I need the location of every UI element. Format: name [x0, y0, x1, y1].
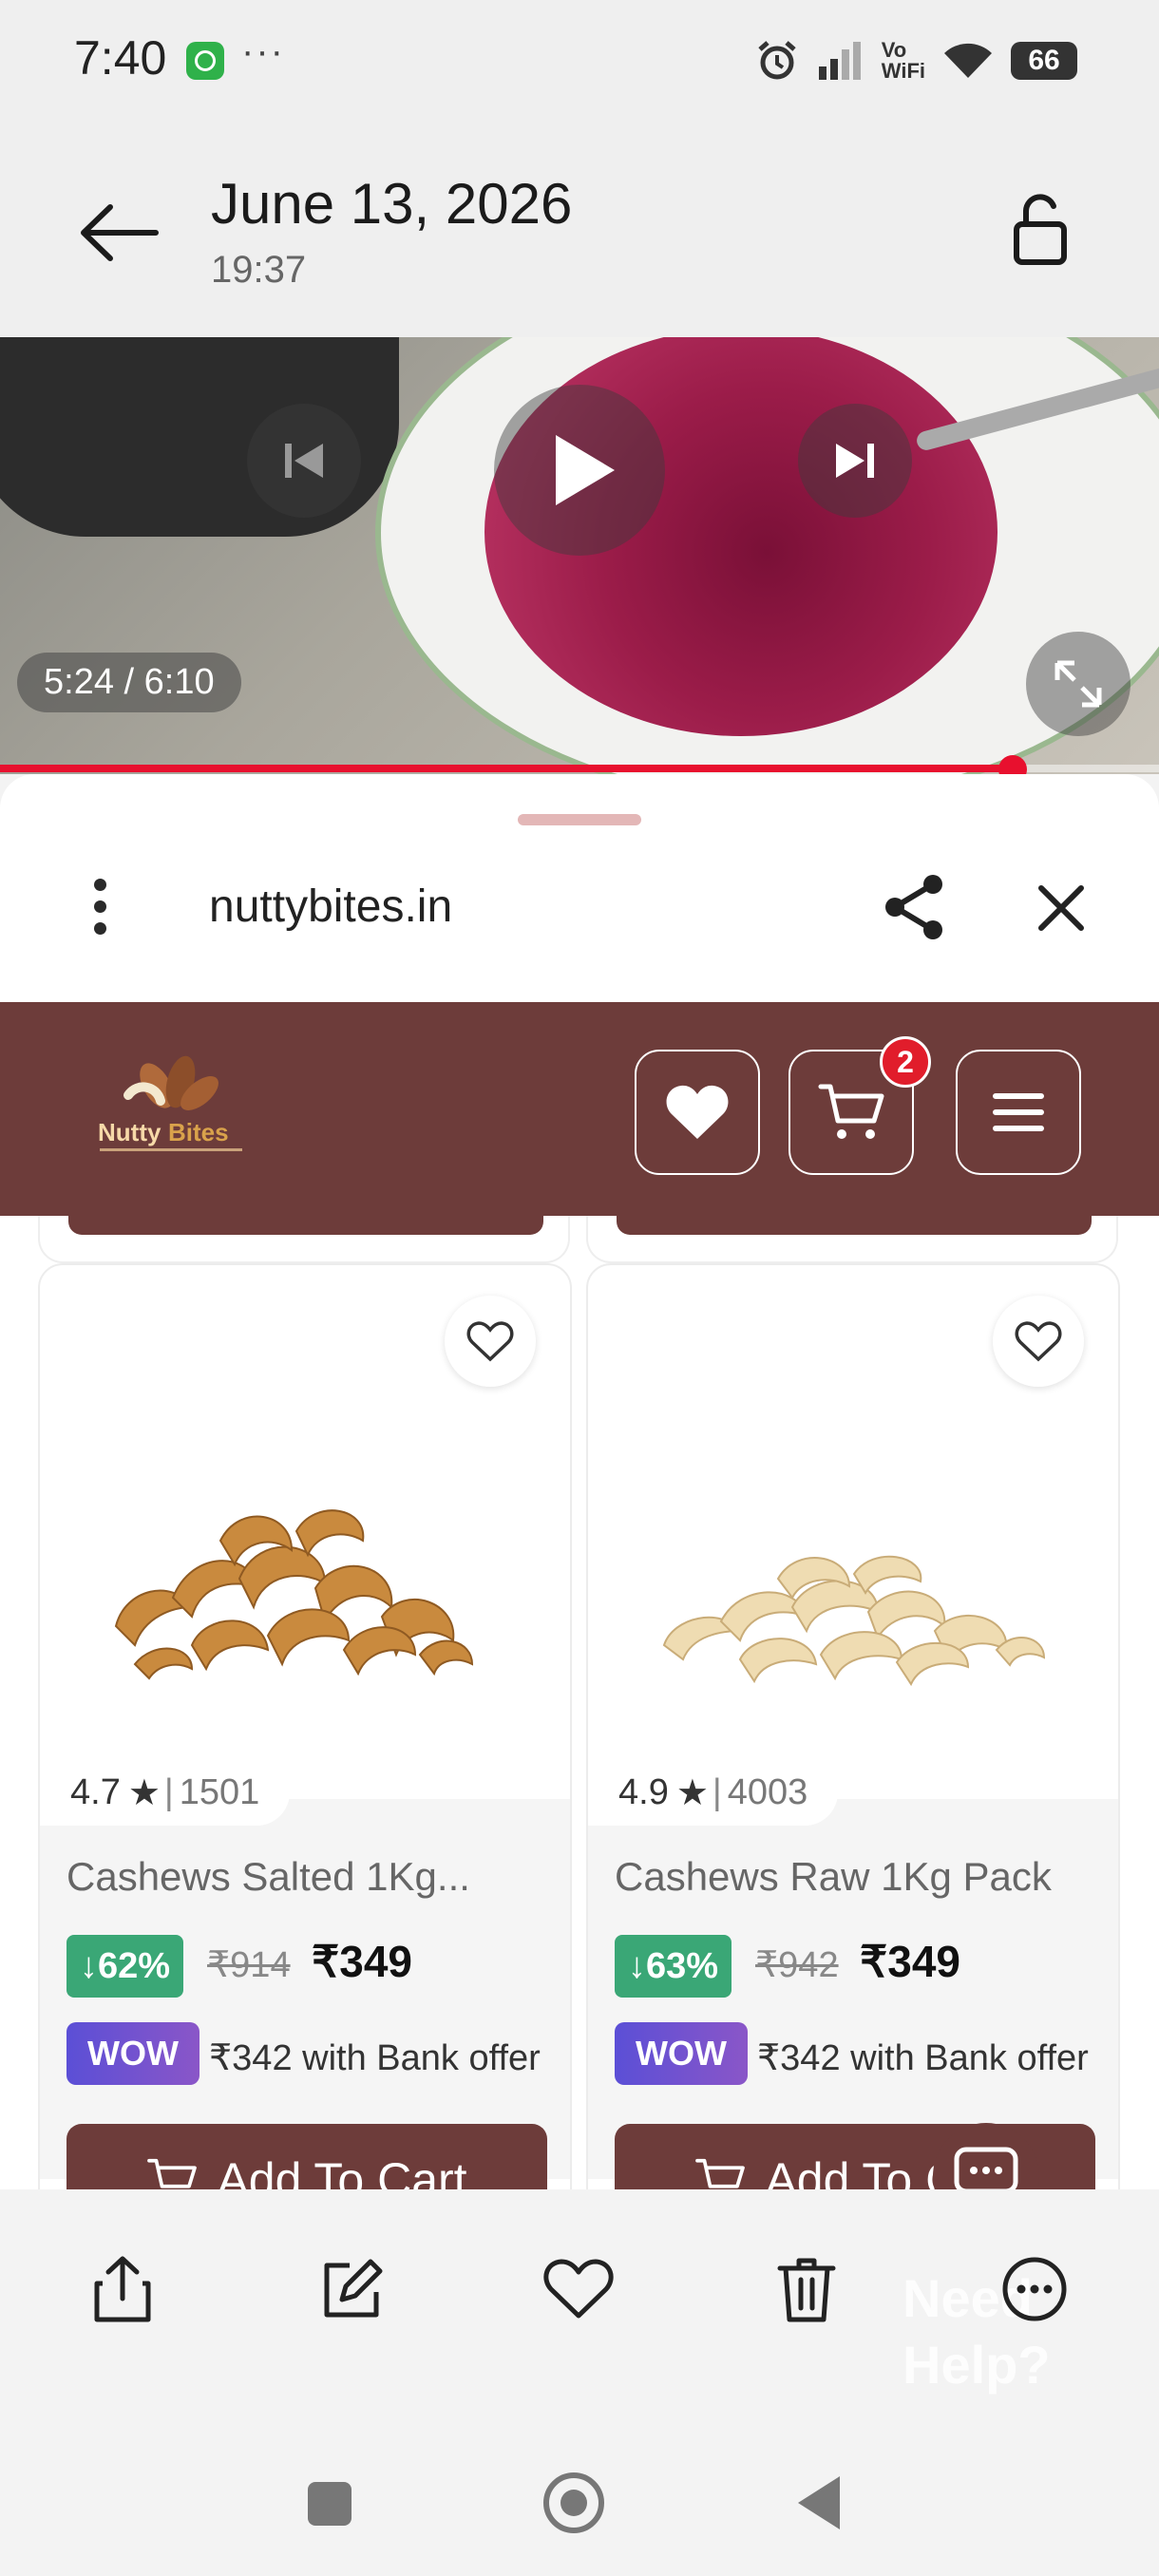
nuttybites-logo[interactable]: Nutty Bites	[90, 1050, 252, 1164]
site-domain: nuttybites.in	[209, 881, 453, 932]
wishlist-button[interactable]	[635, 1050, 760, 1175]
capture-time: 19:37	[211, 249, 307, 291]
product-card[interactable]: 4.7 ★ | 1501 Cashews Salted 1Kg... ↓62% ₹91…	[38, 1263, 572, 2189]
trash-icon	[777, 2258, 836, 2322]
status-bar: 7:40 ··· Vo WiFi 66	[0, 0, 1159, 123]
video-progress-fill	[0, 765, 1014, 772]
mrp-price: ₹942	[755, 1945, 839, 1985]
logo-text-bites: Bites	[168, 1118, 229, 1146]
video-time: 5:24 / 6:10	[17, 653, 241, 712]
more-notifications-icon: ···	[241, 30, 285, 72]
share-icon[interactable]	[876, 869, 952, 945]
cart-count-badge: 2	[880, 1036, 931, 1088]
viewer-toolbar: Need Help?	[0, 2189, 1159, 2427]
wow-badge: WOW	[615, 2022, 748, 2085]
alarm-icon	[758, 41, 796, 80]
heart-outline-icon	[543, 2259, 614, 2319]
system-navigation-bar	[0, 2427, 1159, 2576]
play-icon	[556, 435, 615, 505]
product-wishlist-button[interactable]	[445, 1296, 536, 1387]
back-button[interactable]	[798, 2476, 840, 2529]
previous-card-edge	[586, 1216, 1118, 1263]
browser-sheet: nuttybites.in Nutty Bites 2 4.7 ★ | 1501…	[0, 774, 1159, 2189]
edit-button[interactable]	[308, 2246, 393, 2332]
more-button[interactable]	[992, 2246, 1077, 2332]
discount-badge: ↓63%	[615, 1935, 732, 1998]
mrp-price: ₹914	[207, 1945, 291, 1985]
upload-share-icon	[94, 2256, 151, 2322]
heart-icon	[666, 1085, 729, 1139]
capture-date: June 13, 2026	[211, 172, 573, 236]
heart-outline-icon	[1015, 1321, 1062, 1362]
close-icon[interactable]	[1028, 875, 1094, 941]
expand-icon	[1054, 660, 1102, 708]
whatsapp-icon	[186, 42, 224, 80]
product-name[interactable]: Cashews Raw 1Kg Pack	[615, 1854, 1052, 1900]
unlock-icon[interactable]	[1007, 190, 1074, 266]
more-horizontal-icon	[1002, 2257, 1067, 2321]
battery-icon: 66	[1011, 42, 1077, 80]
edit-icon	[324, 2259, 383, 2318]
share-button[interactable]	[80, 2246, 165, 2332]
logo-text-nutty: Nutty	[98, 1118, 162, 1146]
cart-icon	[147, 2158, 198, 2188]
delete-button[interactable]	[764, 2246, 849, 2332]
recents-button[interactable]	[308, 2482, 352, 2526]
vowifi-icon: Vo WiFi	[881, 38, 925, 83]
product-wishlist-button[interactable]	[993, 1296, 1084, 1387]
site-header: Nutty Bites 2	[0, 1002, 1159, 1216]
rating-badge: 4.7 ★ | 1501	[40, 1759, 291, 1826]
rating-badge: 4.9 ★ | 4003	[588, 1759, 839, 1826]
add-to-cart-button[interactable]: Add To Cart	[66, 2124, 547, 2189]
home-button[interactable]	[543, 2472, 604, 2533]
wow-badge: WOW	[66, 2022, 200, 2085]
favorite-button[interactable]	[536, 2246, 621, 2332]
wifi-icon	[944, 43, 992, 78]
skip-next-icon	[836, 444, 874, 478]
back-arrow-icon[interactable]	[76, 199, 162, 266]
viewer-header	[0, 123, 1159, 337]
product-name[interactable]: Cashews Salted 1Kg...	[66, 1854, 470, 1900]
star-icon: ★	[127, 1772, 161, 1813]
video-progress-knob[interactable]	[998, 755, 1028, 774]
sale-price: ₹349	[860, 1937, 961, 1986]
hamburger-icon	[993, 1093, 1044, 1131]
menu-button[interactable]	[956, 1050, 1081, 1175]
logo-nuts-icon: Nutty Bites	[98, 1055, 242, 1151]
cart-icon	[695, 2158, 746, 2188]
product-card[interactable]: 4.9 ★ | 4003 Cashews Raw 1Kg Pack ↓63% ₹942…	[586, 1263, 1120, 2189]
cart-icon	[818, 1084, 884, 1139]
fullscreen-button[interactable]	[1026, 632, 1130, 736]
more-options-icon[interactable]	[90, 879, 109, 945]
previous-button[interactable]	[247, 404, 361, 518]
discount-badge: ↓62%	[66, 1935, 184, 1998]
star-icon: ★	[675, 1772, 709, 1813]
video-player[interactable]: 5:24 / 6:10	[0, 337, 1159, 774]
signal-icon	[818, 42, 861, 80]
heart-outline-icon	[466, 1321, 514, 1362]
status-time: 7:40	[74, 31, 167, 85]
cashews-salted-image	[114, 1509, 474, 1680]
skip-previous-icon	[285, 444, 323, 478]
status-icons: Vo WiFi 66	[754, 34, 1077, 87]
cashews-raw-image	[662, 1555, 1046, 1687]
chat-icon	[954, 2147, 1018, 2189]
previous-card-edge	[38, 1216, 570, 1263]
sale-price: ₹349	[312, 1937, 413, 1986]
next-button[interactable]	[798, 404, 912, 518]
play-button[interactable]	[494, 385, 665, 556]
sheet-drag-handle[interactable]	[518, 814, 641, 825]
